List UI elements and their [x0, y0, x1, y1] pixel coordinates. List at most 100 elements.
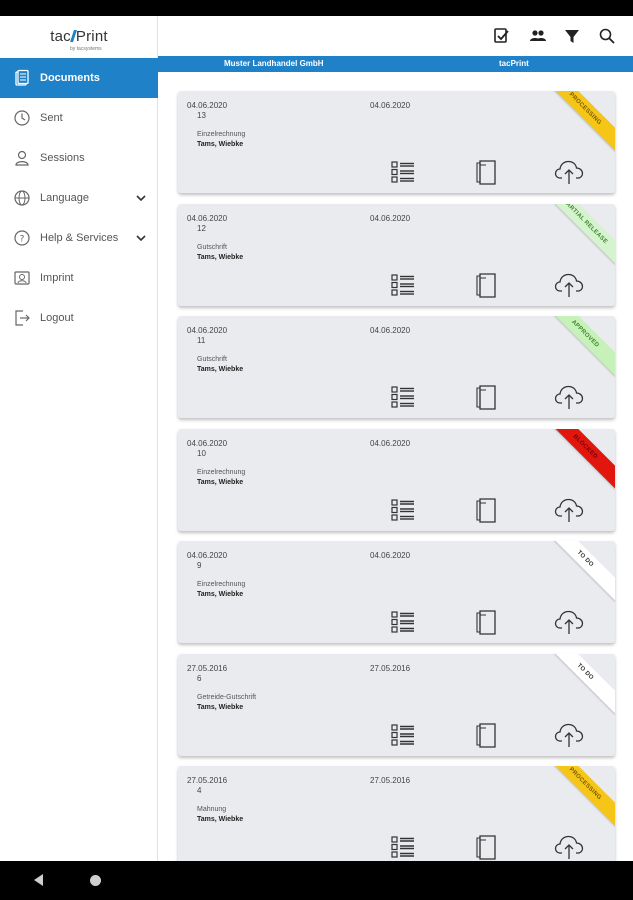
- cloud-upload-icon[interactable]: [554, 384, 584, 410]
- sidebar-item-help[interactable]: ? Help & Services: [0, 218, 158, 258]
- chevron-down-icon[interactable]: [135, 232, 147, 244]
- sidebar: tac Print by tacsystems Documents Sent Se…: [0, 16, 158, 861]
- cloud-upload-icon[interactable]: [554, 272, 584, 298]
- cloud-upload-icon[interactable]: [554, 609, 584, 635]
- document-type: Gutschrift: [197, 243, 227, 251]
- app-logo: tac Print by tacsystems: [0, 16, 158, 58]
- document-date: 27.05.2016: [187, 776, 228, 785]
- document-type: Gutschrift: [197, 356, 227, 363]
- context-bar: Muster Landhandel GmbH tacPrint: [158, 56, 633, 72]
- document-type: Einzelrechnung: [197, 131, 246, 138]
- document-number: 10: [197, 448, 206, 458]
- product-name: tacPrint: [499, 59, 529, 68]
- documents-icon: [13, 69, 31, 87]
- sidebar-item-label: Sent: [40, 112, 63, 124]
- document-preview-icon[interactable]: [475, 272, 497, 298]
- details-list-icon[interactable]: [391, 836, 415, 858]
- document-date: 04.06.2020: [187, 101, 228, 110]
- back-icon[interactable]: [34, 874, 43, 886]
- document-date-secondary: 04.06.2020: [370, 213, 411, 223]
- document-preview-icon[interactable]: [475, 160, 497, 185]
- document-card[interactable]: 04.06.2020 04.06.2020 11 Gutschrift Tams, Wi…: [178, 316, 615, 418]
- status-ribbon: PROCESSING: [542, 91, 615, 152]
- document-customer: Tams, Wiebke: [197, 141, 244, 148]
- globe-icon: [13, 189, 31, 207]
- status-ribbon: PARTIAL RELEASE: [542, 203, 615, 264]
- home-icon[interactable]: [90, 875, 101, 886]
- status-ribbon: TO DO: [542, 541, 615, 602]
- document-customer: Tams, Wiebke: [197, 591, 244, 598]
- document-date-secondary: 04.06.2020: [370, 326, 411, 335]
- document-preview-icon[interactable]: [475, 497, 497, 523]
- sidebar-item-language[interactable]: Language: [0, 178, 158, 218]
- status-ribbon: APPROVED: [542, 316, 615, 377]
- sidebar-item-imprint[interactable]: Imprint: [0, 258, 158, 298]
- details-list-icon[interactable]: [391, 611, 415, 633]
- logo-sub: by tacsystems: [70, 46, 102, 52]
- document-customer: Tams, Wiebke: [197, 478, 244, 486]
- document-customer: Tams, Wiebke: [197, 816, 244, 823]
- document-number: 12: [197, 223, 206, 233]
- sidebar-item-label: Imprint: [40, 272, 74, 284]
- document-date: 04.06.2020: [187, 326, 228, 335]
- document-preview-icon[interactable]: [475, 385, 497, 410]
- logo-print: Print: [75, 28, 108, 45]
- document-date-secondary: 27.05.2016: [370, 776, 411, 785]
- search-icon[interactable]: [598, 27, 616, 45]
- document-date-secondary: 04.06.2020: [370, 551, 411, 560]
- document-number: 4: [197, 786, 202, 795]
- help-icon: ?: [13, 229, 31, 247]
- document-customer: Tams, Wiebke: [197, 703, 244, 711]
- sidebar-item-label: Sessions: [40, 152, 85, 164]
- sidebar-item-sent[interactable]: Sent: [0, 98, 158, 138]
- sidebar-item-sessions[interactable]: Sessions: [0, 138, 158, 178]
- sidebar-item-documents[interactable]: Documents: [0, 58, 158, 98]
- status-ribbon: PROCESSING: [542, 766, 615, 827]
- cloud-upload-icon[interactable]: [554, 722, 584, 748]
- details-list-icon[interactable]: [391, 386, 415, 408]
- navigation-bar: [0, 861, 633, 900]
- filter-icon[interactable]: [563, 27, 581, 45]
- document-number: 11: [197, 336, 206, 345]
- document-list: 04.06.2020 04.06.2020 13 Einzelrechnung Tams…: [158, 72, 633, 861]
- document-date: 27.05.2016: [187, 663, 228, 673]
- cloud-upload-icon[interactable]: [554, 159, 584, 185]
- document-card[interactable]: 04.06.2020 04.06.2020 13 Einzelrechnung Tams…: [178, 91, 615, 193]
- document-card[interactable]: 04.06.2020 04.06.2020 10 Einzelrechnung Tams…: [178, 428, 615, 531]
- document-card[interactable]: 27.05.2016 27.05.2016 4 Mahnung Tams, Wiebke…: [178, 766, 615, 861]
- company-name: Muster Landhandel GmbH: [224, 59, 324, 68]
- status-bar: [0, 0, 633, 16]
- document-customer: Tams, Wiebke: [197, 253, 244, 261]
- users-icon[interactable]: [529, 27, 547, 45]
- details-list-icon[interactable]: [391, 723, 415, 746]
- status-ribbon: BLOCKED: [542, 428, 615, 489]
- document-card[interactable]: 27.05.2016 27.05.2016 6 Getreide-Gutschrift…: [178, 653, 615, 756]
- document-number: 13: [197, 111, 206, 120]
- clock-icon: [13, 109, 31, 127]
- document-preview-icon[interactable]: [475, 722, 497, 748]
- document-preview-icon[interactable]: [475, 835, 497, 860]
- chevron-down-icon[interactable]: [135, 192, 147, 204]
- document-type: Getreide-Gutschrift: [197, 693, 257, 701]
- details-list-icon[interactable]: [391, 498, 415, 521]
- imprint-icon: [13, 269, 31, 287]
- cloud-upload-icon[interactable]: [554, 497, 584, 523]
- document-preview-icon[interactable]: [475, 610, 497, 635]
- details-list-icon[interactable]: [391, 273, 415, 296]
- document-card[interactable]: 04.06.2020 04.06.2020 12 Gutschrift Tams, Wi…: [178, 203, 615, 306]
- svg-text:?: ?: [20, 235, 25, 245]
- document-date: 04.06.2020: [187, 551, 228, 560]
- sidebar-item-label: Logout: [40, 312, 74, 324]
- logout-icon: [13, 309, 31, 327]
- cloud-upload-icon[interactable]: [554, 834, 584, 860]
- document-card[interactable]: 04.06.2020 04.06.2020 9 Einzelrechnung Tams,…: [178, 541, 615, 643]
- sidebar-item-logout[interactable]: Logout: [0, 298, 158, 338]
- document-date-secondary: 04.06.2020: [370, 438, 411, 448]
- document-date-secondary: 04.06.2020: [370, 101, 411, 110]
- document-customer: Tams, Wiebke: [197, 366, 244, 373]
- top-toolbar: [158, 16, 633, 56]
- person-icon: [13, 149, 31, 167]
- sidebar-item-label: Language: [40, 192, 89, 204]
- details-list-icon[interactable]: [391, 161, 415, 183]
- checklist-icon[interactable]: [493, 27, 511, 45]
